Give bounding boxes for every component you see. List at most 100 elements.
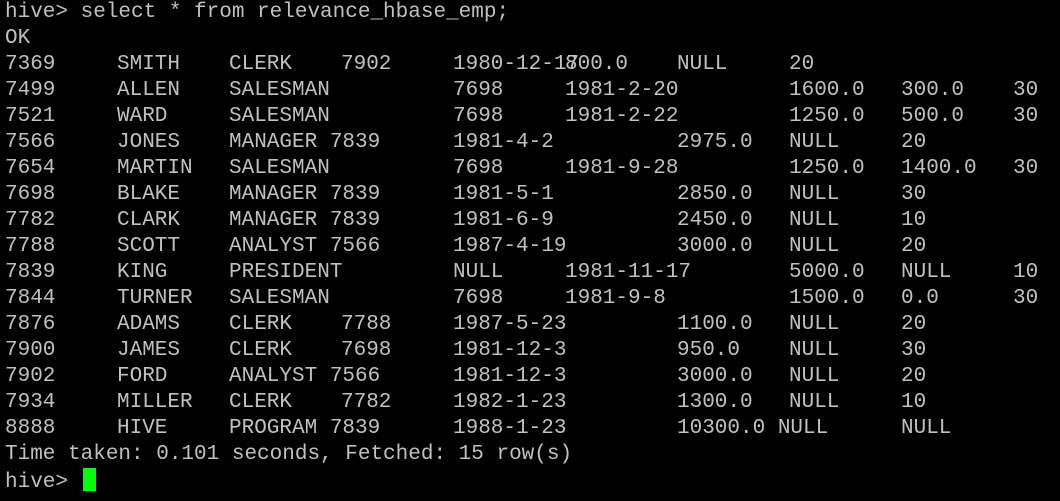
table-cell: SCOTT xyxy=(117,235,181,258)
table-cell: 8888 xyxy=(5,417,56,440)
table-cell: CLERK xyxy=(229,53,293,76)
table-cell: NULL xyxy=(677,53,728,76)
table-cell: 1981-9-28 xyxy=(565,157,679,180)
table-cell: PRESIDENT xyxy=(229,261,343,284)
table-cell: 1981-4-2 xyxy=(453,131,554,154)
table-cell: NULL xyxy=(789,131,840,154)
table-cell: ANALYST 7566 xyxy=(229,365,381,388)
table-cell: MANAGER 7839 xyxy=(229,183,381,206)
table-cell: 30 xyxy=(1013,79,1039,102)
table-cell: 2975.0 xyxy=(677,131,753,154)
table-row: 7782 CLARK MANAGER 7839 1981-6-9 2450.0 NULL 1… xyxy=(5,208,1060,234)
table-cell: 10 xyxy=(901,209,927,232)
table-cell: CLARK xyxy=(117,209,181,232)
table-cell: FORD xyxy=(117,365,168,388)
table-cell: 7788 xyxy=(5,235,56,258)
table-row: 7521 WARD SALESMAN 7698 1981-2-22 1250.0 500.0… xyxy=(5,104,1060,130)
table-cell: KING xyxy=(117,261,168,284)
table-cell: 7698 xyxy=(341,339,392,362)
table-cell: 30 xyxy=(1013,105,1039,128)
table-cell: NULL xyxy=(789,235,840,258)
table-cell: MANAGER 7839 xyxy=(229,131,381,154)
table-row: 7499 ALLEN SALESMAN 7698 1981-2-20 1600.0 300.… xyxy=(5,78,1060,104)
table-cell: NULL xyxy=(453,261,504,284)
table-cell: 2450.0 xyxy=(677,209,753,232)
table-cell: 3000.0 xyxy=(677,365,753,388)
table-cell: HIVE xyxy=(117,417,168,440)
table-cell: 3000.0 xyxy=(677,235,753,258)
command-line: hive> select * from relevance_hbase_emp; xyxy=(5,1,510,24)
table-cell: WARD xyxy=(117,105,168,128)
table-cell: 20 xyxy=(901,235,927,258)
table-cell: MILLER xyxy=(117,391,193,414)
table-cell: 1981-9-8 xyxy=(565,287,666,310)
table-row: 7369 SMITH CLERK 7902 1980-12-17 800.0 NULL 20 xyxy=(5,52,1060,78)
table-cell: 1400.0 xyxy=(901,157,977,180)
table-row: 7902 FORD ANALYST 7566 1981-12-3 3000.0 NULL 2… xyxy=(5,364,1060,390)
table-cell: 7839 xyxy=(5,261,56,284)
table-cell: 950.0 xyxy=(677,339,741,362)
table-cell: 30 xyxy=(1013,287,1039,310)
table-cell: 1981-12-3 xyxy=(453,339,567,362)
table-cell: 1987-5-23 xyxy=(453,313,567,336)
table-cell: 1300.0 xyxy=(677,391,753,414)
table-cell: 0.0 xyxy=(901,287,939,310)
table-cell: 7698 xyxy=(453,105,504,128)
table-row: 7844 TURNER SALESMAN 7698 1981-9-8 1500.0 0.0 3… xyxy=(5,286,1060,312)
table-cell: 500.0 xyxy=(901,105,965,128)
table-cell: 7844 xyxy=(5,287,56,310)
table-cell: NULL xyxy=(901,261,952,284)
table-cell: CLERK xyxy=(229,391,293,414)
status-line: OK xyxy=(5,27,31,50)
table-cell: 10 xyxy=(1013,261,1039,284)
table-row: 7900 JAMES CLERK 7698 1981-12-3 950.0 NULL 30 xyxy=(5,338,1060,364)
table-row: 7876 ADAMS CLERK 7788 1987-5-23 1100.0 NULL 20 xyxy=(5,312,1060,338)
table-cell: 7698 xyxy=(453,157,504,180)
table-cell: 30 xyxy=(901,339,927,362)
prompt-line[interactable]: hive> xyxy=(5,468,1060,494)
table-cell: 1600.0 xyxy=(789,79,865,102)
table-cell: 7876 xyxy=(5,313,56,336)
table-cell: 1988-1-23 xyxy=(453,417,567,440)
table-cell: NULL xyxy=(789,365,840,388)
prompt: hive> xyxy=(5,471,81,494)
table-cell: MANAGER 7839 xyxy=(229,209,381,232)
table-cell: 30 xyxy=(901,183,927,206)
table-cell: PROGRAM 7839 xyxy=(229,417,381,440)
table-cell: NULL xyxy=(789,339,840,362)
table-cell: NULL xyxy=(789,183,840,206)
table-cell: CLERK xyxy=(229,339,293,362)
table-cell: 20 xyxy=(901,365,927,388)
table-row: 7788 SCOTT ANALYST 7566 1987-4-19 3000.0 NULL… xyxy=(5,234,1060,260)
table-cell: NULL xyxy=(901,417,952,440)
table-cell: 1250.0 xyxy=(789,105,865,128)
table-cell: ADAMS xyxy=(117,313,181,336)
table-cell: 7698 xyxy=(453,79,504,102)
table-cell: 300.0 xyxy=(901,79,965,102)
table-cell: 10300.0 NULL xyxy=(677,417,829,440)
table-cell: ALLEN xyxy=(117,79,181,102)
table-cell: 10 xyxy=(901,391,927,414)
table-cell: 7499 xyxy=(5,79,56,102)
table-cell: TURNER xyxy=(117,287,193,310)
table-cell: JAMES xyxy=(117,339,181,362)
table-cell: 1981-11-17 xyxy=(565,261,692,284)
table-row: 8888 HIVE PROGRAM 7839 1988-1-23 10300.0 NUL… xyxy=(5,416,1060,442)
table-cell: 2850.0 xyxy=(677,183,753,206)
table-cell: 7521 xyxy=(5,105,56,128)
table-cell: 1981-2-22 xyxy=(565,105,679,128)
table-cell: 30 xyxy=(1013,157,1039,180)
table-cell: 1981-2-20 xyxy=(565,79,679,102)
table-cell: 7902 xyxy=(341,53,392,76)
terminal-window[interactable]: hive> select * from relevance_hbase_emp;… xyxy=(0,0,1060,501)
table-cell: 7900 xyxy=(5,339,56,362)
table-cell: SALESMAN xyxy=(229,105,330,128)
table-cell: NULL xyxy=(789,313,840,336)
table-cell: NULL xyxy=(789,391,840,414)
table-cell: 1987-4-19 xyxy=(453,235,567,258)
table-row: 7698 BLAKE MANAGER 7839 1981-5-1 2850.0 NULL 3… xyxy=(5,182,1060,208)
table-row: 7654 MARTIN SALESMAN 7698 1981-9-28 1250.0 140… xyxy=(5,156,1060,182)
table-cell: 800.0 xyxy=(565,53,629,76)
table-cell: 1500.0 xyxy=(789,287,865,310)
table-cell: 7782 xyxy=(341,391,392,414)
